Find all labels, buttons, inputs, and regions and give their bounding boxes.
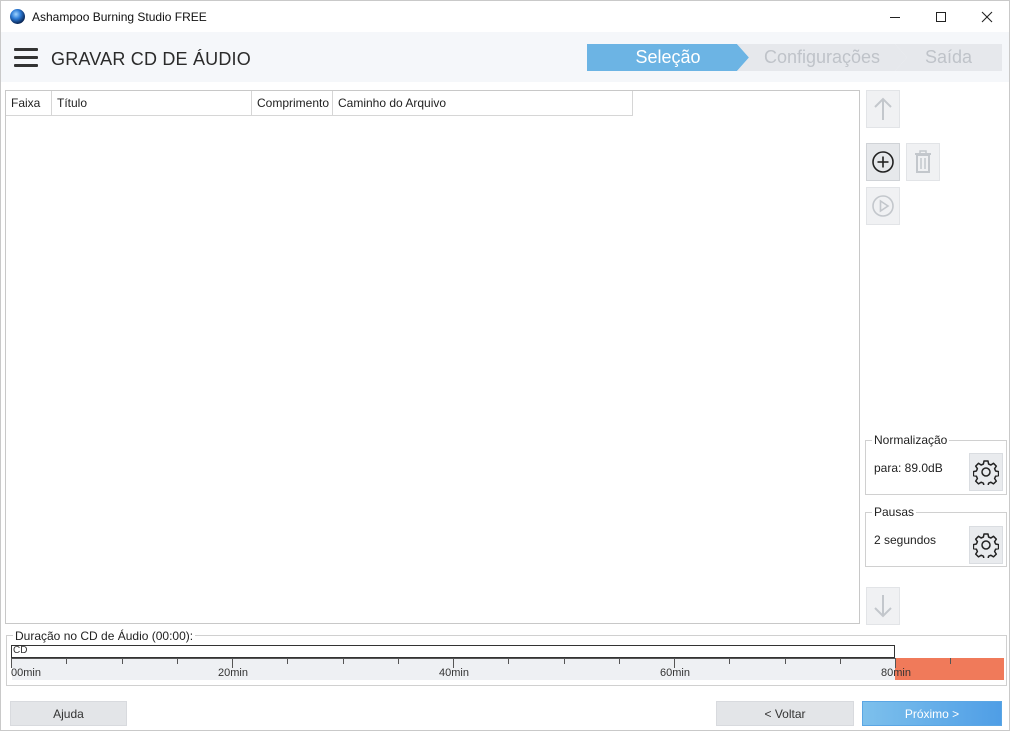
- gear-icon: [973, 533, 999, 558]
- duration-legend: Duração no CD de Áudio (00:00):: [13, 629, 196, 643]
- maximize-button[interactable]: [918, 1, 964, 32]
- minimize-icon: [890, 16, 900, 18]
- cd-label: CD: [13, 645, 28, 656]
- move-up-button[interactable]: [866, 90, 900, 128]
- close-icon: [981, 11, 993, 22]
- help-button[interactable]: Ajuda: [10, 701, 127, 726]
- step-selecao[interactable]: Seleção: [587, 44, 749, 71]
- pauses-group: Pausas 2 segundos: [865, 505, 1007, 567]
- normalization-value: para: 89.0dB: [874, 461, 943, 475]
- ruler-tick-label: 20min: [218, 667, 248, 679]
- move-down-button[interactable]: [866, 587, 900, 625]
- window-title: Ashampoo Burning Studio FREE: [32, 10, 207, 24]
- ruler-tick: [66, 658, 67, 664]
- close-button[interactable]: [964, 1, 1010, 32]
- play-button[interactable]: [866, 187, 900, 225]
- add-circle-icon: [872, 151, 894, 173]
- wizard-steps: Seleção Configurações Saída: [587, 44, 1002, 71]
- ruler-tick-label: 40min: [439, 667, 469, 679]
- ruler-tick-label: 80min: [881, 667, 911, 679]
- maximize-icon: [936, 11, 946, 22]
- minimize-button[interactable]: [872, 1, 918, 32]
- column-header-titulo[interactable]: Título: [52, 91, 252, 115]
- ruler-tick: [950, 658, 951, 664]
- ruler-tick: [619, 658, 620, 664]
- arrow-down-icon: [874, 595, 892, 618]
- pauses-settings-button[interactable]: [969, 526, 1003, 564]
- track-list[interactable]: Faixa Título Comprimento Caminho do Arqu…: [5, 90, 860, 624]
- normalization-group: Normalização para: 89.0dB: [865, 433, 1007, 495]
- ruler-tick: [177, 658, 178, 664]
- app-logo-icon: [10, 9, 25, 24]
- table-header: Faixa Título Comprimento Caminho do Arqu…: [6, 91, 633, 116]
- header-bar: GRAVAR CD DE ÁUDIO Seleção Configurações…: [1, 32, 1009, 82]
- normalization-legend: Normalização: [872, 433, 950, 447]
- pauses-legend: Pausas: [872, 505, 917, 519]
- back-button[interactable]: < Voltar: [716, 701, 854, 726]
- trash-icon: [915, 150, 931, 173]
- delete-button[interactable]: [906, 143, 940, 181]
- ruler-tick: [508, 658, 509, 664]
- title-bar: Ashampoo Burning Studio FREE: [1, 1, 1009, 32]
- next-button[interactable]: Próximo >: [862, 701, 1002, 726]
- ruler-tick: [122, 658, 123, 664]
- ruler-tick: [564, 658, 565, 664]
- arrow-up-icon: [874, 97, 892, 120]
- normalization-settings-button[interactable]: [969, 453, 1003, 491]
- ruler-tick: [398, 658, 399, 664]
- ruler-tick: [785, 658, 786, 664]
- ruler-tick: [343, 658, 344, 664]
- play-circle-icon: [872, 195, 894, 217]
- ruler-tick: [729, 658, 730, 664]
- hamburger-menu-icon[interactable]: [14, 48, 38, 67]
- ruler-tick-label: 60min: [660, 667, 690, 679]
- gear-icon: [973, 460, 999, 485]
- page-title: GRAVAR CD DE ÁUDIO: [51, 49, 251, 69]
- column-header-comprimento[interactable]: Comprimento: [252, 91, 333, 115]
- duration-group: Duração no CD de Áudio (00:00): CD 00min…: [6, 629, 1007, 686]
- step-configuracoes[interactable]: Configurações: [737, 44, 907, 71]
- column-header-faixa[interactable]: Faixa: [6, 91, 52, 115]
- column-header-caminho[interactable]: Caminho do Arquivo: [333, 91, 633, 115]
- ruler-tick-label: 00min: [11, 667, 41, 679]
- cd-capacity-bar: CD: [11, 645, 895, 658]
- add-button[interactable]: [866, 143, 900, 181]
- pauses-value: 2 segundos: [874, 533, 937, 547]
- step-saida[interactable]: Saída: [895, 44, 1002, 71]
- ruler-tick: [840, 658, 841, 664]
- ruler-tick: [287, 658, 288, 664]
- app-window: Ashampoo Burning Studio FREE GRAVAR CD D…: [0, 0, 1010, 731]
